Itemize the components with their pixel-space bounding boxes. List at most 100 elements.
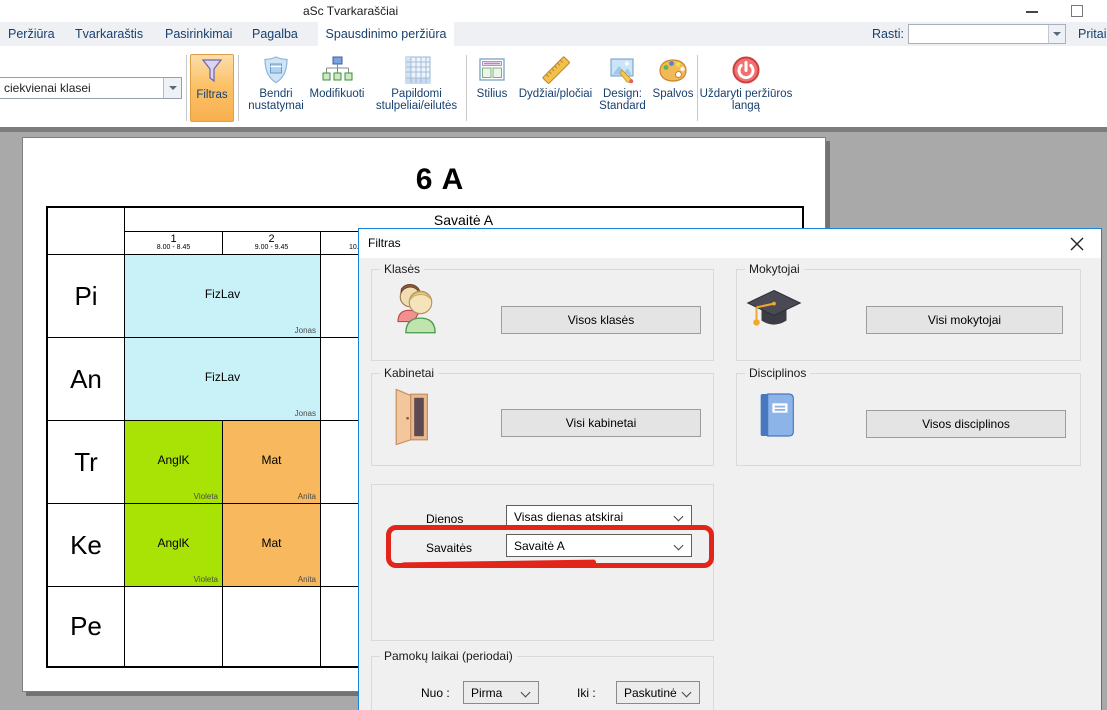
nuo-value: Pirma — [471, 686, 502, 700]
spalvos-button[interactable]: Spalvos — [650, 54, 696, 122]
chevron-down-icon — [169, 86, 177, 90]
design-picture-pencil-icon — [607, 54, 639, 86]
window-title: aSc Tvarkaraščiai — [303, 4, 398, 18]
tab-pagalba[interactable]: Pagalba — [252, 22, 298, 46]
lesson-subject: FizLav — [125, 370, 320, 384]
scope-dropdown-arrow[interactable] — [163, 78, 181, 98]
book-icon — [749, 387, 805, 443]
lesson-subject: AnglK — [125, 453, 222, 467]
dienos-value: Visas dienas atskirai — [514, 510, 623, 524]
tab-perziura[interactable]: Peržiūra — [8, 22, 55, 46]
app-window: aSc Tvarkaraščiai Peržiūra Tvarkaraštis … — [0, 0, 1107, 710]
chevron-down-icon — [674, 541, 684, 551]
savaites-value: Savaitė A — [514, 539, 565, 553]
design-label: Design: Standard — [595, 88, 650, 112]
chevron-down-icon — [1053, 32, 1061, 36]
find-combobox[interactable] — [908, 24, 1066, 44]
door-icon — [389, 387, 437, 447]
group-pamoku-laikai-label: Pamokų laikai (periodai) — [380, 649, 517, 663]
iki-label: Iki : — [577, 686, 596, 700]
apply-link[interactable]: Pritaik — [1078, 22, 1107, 46]
visos-klases-button[interactable]: Visos klasės — [501, 306, 701, 334]
dialog-close-button[interactable] — [1061, 229, 1093, 258]
shield-settings-icon — [260, 54, 292, 86]
papildomi-stulpeliai-button[interactable]: Papildomi stulpeliai/eilutės — [369, 54, 464, 122]
maximize-button[interactable] — [1060, 0, 1094, 22]
bendri-nustatymai-button[interactable]: Bendri nustatymai — [242, 54, 310, 122]
uzdaryti-button[interactable]: Uždaryti peržiūros langą — [699, 54, 793, 122]
toolbar-separator — [466, 55, 467, 121]
modifikuoti-label: Modifikuoti — [310, 88, 365, 100]
visi-kabinetai-button[interactable]: Visi kabinetai — [501, 409, 701, 437]
toolbar-separator — [238, 55, 239, 121]
dydziai-plociai-button[interactable]: Dydžiai/pločiai — [516, 54, 595, 122]
find-dropdown-arrow[interactable] — [1048, 25, 1065, 43]
modifikuoti-button[interactable]: Modifikuoti — [305, 54, 369, 122]
day-label-pi: Pi — [48, 255, 125, 338]
period-time: 9.00 - 9.45 — [223, 244, 320, 251]
iki-combobox[interactable]: Paskutinė — [616, 681, 700, 704]
dialog-title: Filtras — [368, 236, 401, 250]
chevron-down-icon — [682, 688, 692, 698]
visi-mokytojai-button[interactable]: Visi mokytojai — [866, 306, 1063, 334]
lesson-cell-ke-anglk[interactable]: AnglK Violeta — [125, 504, 223, 587]
lesson-cell-tr-anglk[interactable]: AnglK Violeta — [125, 421, 223, 504]
dialog-titlebar[interactable]: Filtras — [359, 229, 1101, 258]
scope-combobox[interactable]: ciekvienai klasei — [0, 77, 182, 99]
lesson-teacher: Violeta — [194, 492, 218, 501]
lesson-cell-tr-mat[interactable]: Mat Anita — [223, 421, 321, 504]
toolbar-separator — [697, 55, 698, 121]
dienos-combobox[interactable]: Visas dienas atskirai — [506, 505, 692, 528]
org-chart-icon — [321, 54, 353, 86]
toolbar-separator — [186, 55, 187, 121]
group-klases-label: Klasės — [380, 262, 424, 276]
iki-value: Paskutinė — [624, 686, 677, 700]
ribbon-toolbar: ciekvienai klasei Filtras Bendri nustaty… — [0, 46, 1107, 127]
find-label: Rasti: — [872, 22, 904, 46]
lesson-teacher: Anita — [298, 575, 316, 584]
filtras-button[interactable]: Filtras — [190, 54, 234, 122]
lesson-subject: AnglK — [125, 536, 222, 550]
lesson-cell-pi-fizlav[interactable]: FizLav Jonas — [125, 255, 321, 338]
power-close-icon — [730, 54, 762, 86]
filtras-label: Filtras — [196, 89, 227, 101]
class-title: 6 A — [360, 163, 520, 197]
lesson-teacher: Violeta — [194, 575, 218, 584]
find-input[interactable] — [911, 26, 1045, 42]
bendri-nustatymai-label: Bendri nustatymai — [242, 88, 310, 112]
chevron-down-icon — [521, 688, 531, 698]
table-corner-cell — [48, 208, 125, 255]
stilius-label: Stilius — [477, 88, 508, 100]
period-header-2: 2 9.00 - 9.45 — [223, 232, 321, 255]
uzdaryti-label: Uždaryti peržiūros langą — [699, 88, 793, 112]
palette-icon — [657, 54, 689, 86]
tab-tvarkarastis[interactable]: Tvarkaraštis — [75, 22, 143, 46]
lesson-teacher: Jonas — [295, 409, 316, 418]
savaites-combobox[interactable]: Savaitė A — [506, 534, 692, 557]
day-label-ke: Ke — [48, 504, 125, 587]
dydziai-plociai-label: Dydžiai/pločiai — [519, 88, 593, 100]
empty-cell[interactable] — [125, 587, 223, 666]
day-label-an: An — [48, 338, 125, 421]
group-kabinetai-label: Kabinetai — [380, 366, 438, 380]
titlebar: aSc Tvarkaraščiai — [0, 0, 1107, 22]
lesson-cell-an-fizlav[interactable]: FizLav Jonas — [125, 338, 321, 421]
tab-spausdinimo-perziura[interactable]: Spausdinimo peržiūra — [318, 22, 454, 46]
visos-disciplinos-button[interactable]: Visos disciplinos — [866, 410, 1066, 438]
day-label-tr: Tr — [48, 421, 125, 504]
filtras-dialog: Filtras Klasės Visos klasės Mokytojai — [358, 228, 1102, 710]
lesson-cell-ke-mat[interactable]: Mat Anita — [223, 504, 321, 587]
ruler-icon — [540, 54, 572, 86]
minimize-icon — [1026, 11, 1038, 13]
savaites-label: Savaitės — [426, 541, 472, 555]
empty-cell[interactable] — [223, 587, 321, 666]
close-icon — [1070, 237, 1084, 251]
design-button[interactable]: Design: Standard — [595, 54, 650, 122]
tab-pasirinkimai[interactable]: Pasirinkimai — [165, 22, 232, 46]
papildomi-stulpeliai-label: Papildomi stulpeliai/eilutės — [369, 88, 464, 112]
stilius-button[interactable]: Stilius — [468, 54, 516, 122]
minimize-button[interactable] — [1015, 0, 1049, 22]
lesson-teacher: Anita — [298, 492, 316, 501]
chevron-down-icon — [674, 512, 684, 522]
nuo-combobox[interactable]: Pirma — [463, 681, 539, 704]
